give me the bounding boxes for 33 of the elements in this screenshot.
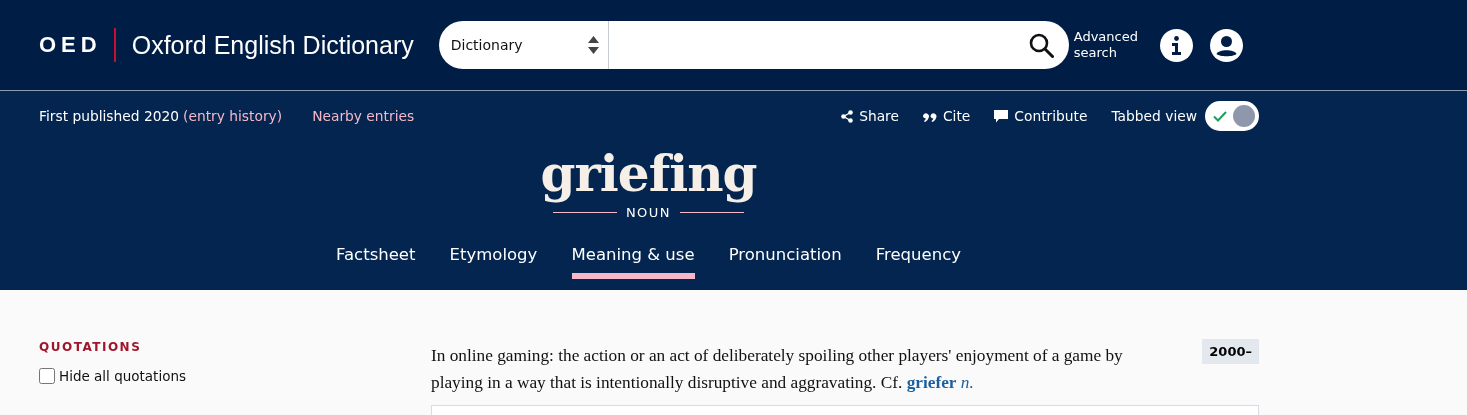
search-icon[interactable] (1028, 32, 1054, 58)
logo-abbreviation[interactable]: OED (39, 32, 102, 58)
share-button[interactable]: Share (841, 108, 899, 124)
tabbed-view-toggle[interactable] (1205, 101, 1259, 131)
info-icon[interactable] (1159, 28, 1193, 62)
section-tab[interactable]: Frequency (875, 242, 961, 279)
cite-button[interactable]: Cite (922, 108, 971, 124)
section-heading: QUOTATIONS (39, 340, 143, 354)
scope-dropdown[interactable]: Dictionary (438, 21, 609, 69)
date-label: 2000– (1202, 339, 1259, 364)
section-tab[interactable]: Etymology (449, 242, 538, 279)
advanced-search-link[interactable]: Advanced search (1073, 29, 1142, 61)
cross-reference-link[interactable]: griefer (906, 373, 957, 392)
check-icon (1213, 111, 1227, 122)
definition-text: In online gaming: the action or an act of deliberately spoiling other players' enjoyment of a game by playing in a way that is intentionally disruptive and aggravating. Cf. griefer n. (431, 345, 1124, 394)
quote-icon (922, 110, 937, 122)
part-of-speech: NOUN (625, 205, 672, 220)
speech-bubble-icon (994, 109, 1009, 123)
sort-arrows-icon (587, 36, 599, 54)
headword: griefing (540, 145, 757, 203)
nearby-entries-link[interactable]: Nearby entries (312, 108, 415, 124)
publication-info: First published 2020 (39, 108, 180, 124)
section-tab[interactable]: Meaning & use (571, 242, 695, 279)
user-account-icon[interactable] (1209, 28, 1243, 62)
share-icon (841, 109, 854, 123)
contribute-button[interactable]: Contribute (994, 108, 1088, 124)
tabbed-view-label: Tabbed view (1111, 108, 1197, 124)
entry-history-link[interactable]: (entry history) (183, 108, 283, 124)
site-title[interactable]: Oxford English Dictionary (131, 30, 414, 60)
checkbox-label: Hide all quotations (59, 368, 186, 384)
checkbox[interactable] (39, 368, 55, 384)
section-tab[interactable]: Pronunciation (728, 242, 842, 279)
section-tab[interactable]: Factsheet (336, 242, 416, 279)
